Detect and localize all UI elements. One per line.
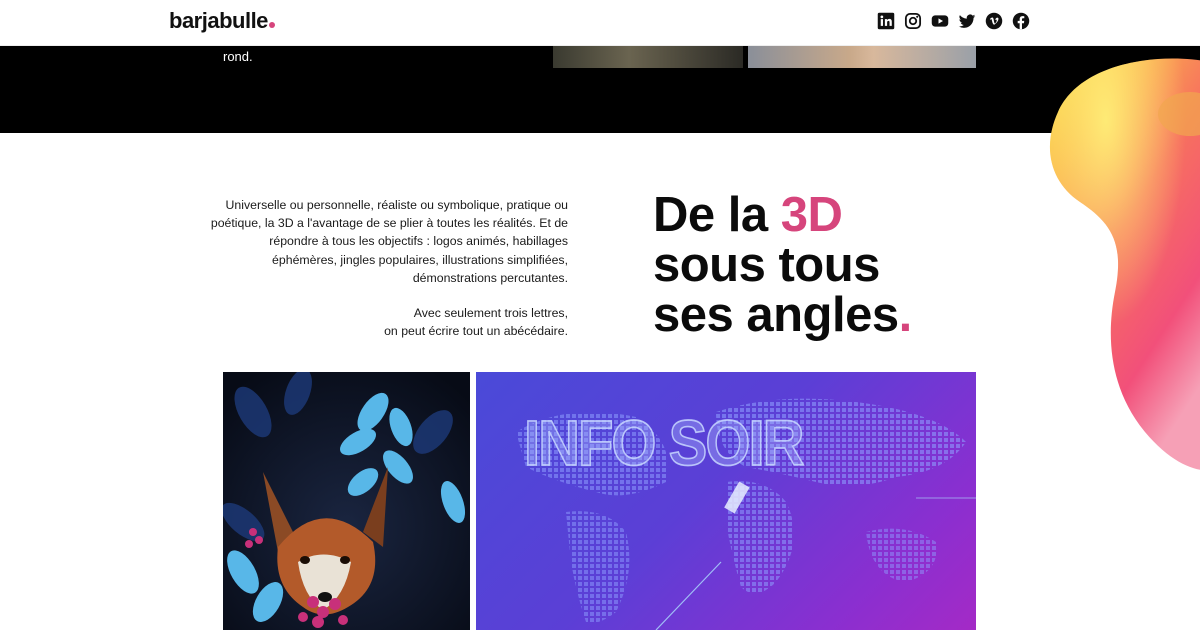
logo-text: barjabulle — [169, 8, 268, 33]
info-soir-artwork[interactable]: INFO SOIR — [476, 372, 976, 630]
site-logo[interactable]: barjabulle — [169, 8, 275, 34]
logo-dot — [268, 22, 275, 28]
description-line-1: Avec seulement trois lettres, — [413, 306, 568, 321]
description-paragraph-2: Avec seulement trois lettres, on peut éc… — [210, 304, 568, 340]
thumbnail-landscape[interactable] — [553, 46, 743, 68]
description-line-2: on peut écrire tout un abécédaire. — [384, 324, 568, 339]
facebook-icon[interactable] — [1012, 12, 1030, 30]
section-description: Universelle ou personnelle, réaliste ou … — [210, 196, 568, 340]
linkedin-icon[interactable] — [877, 12, 895, 30]
section-headline: De la 3D sous tous ses angles. — [653, 190, 912, 340]
youtube-icon[interactable] — [931, 12, 949, 30]
info-soir-title: INFO SOIR — [523, 407, 805, 480]
fox-artwork[interactable] — [223, 372, 470, 630]
vimeo-icon[interactable] — [985, 12, 1003, 30]
social-links — [877, 12, 1030, 30]
site-header: barjabulle — [0, 0, 1200, 46]
headline-accent: 3D — [780, 188, 843, 242]
decorative-3d-blob — [1049, 58, 1200, 470]
fox-illustration — [223, 372, 470, 630]
twitter-icon[interactable] — [958, 12, 976, 30]
previous-section-text: rond. — [223, 49, 253, 64]
description-paragraph-1: Universelle ou personnelle, réaliste ou … — [210, 198, 568, 285]
thumbnail-portrait[interactable] — [748, 46, 976, 68]
headline-dot: . — [898, 288, 913, 342]
headline-part-1: De la — [653, 188, 781, 242]
instagram-icon[interactable] — [904, 12, 922, 30]
headline-line-2: sous tous — [653, 238, 880, 292]
headline-line-3: ses angles — [653, 288, 899, 342]
